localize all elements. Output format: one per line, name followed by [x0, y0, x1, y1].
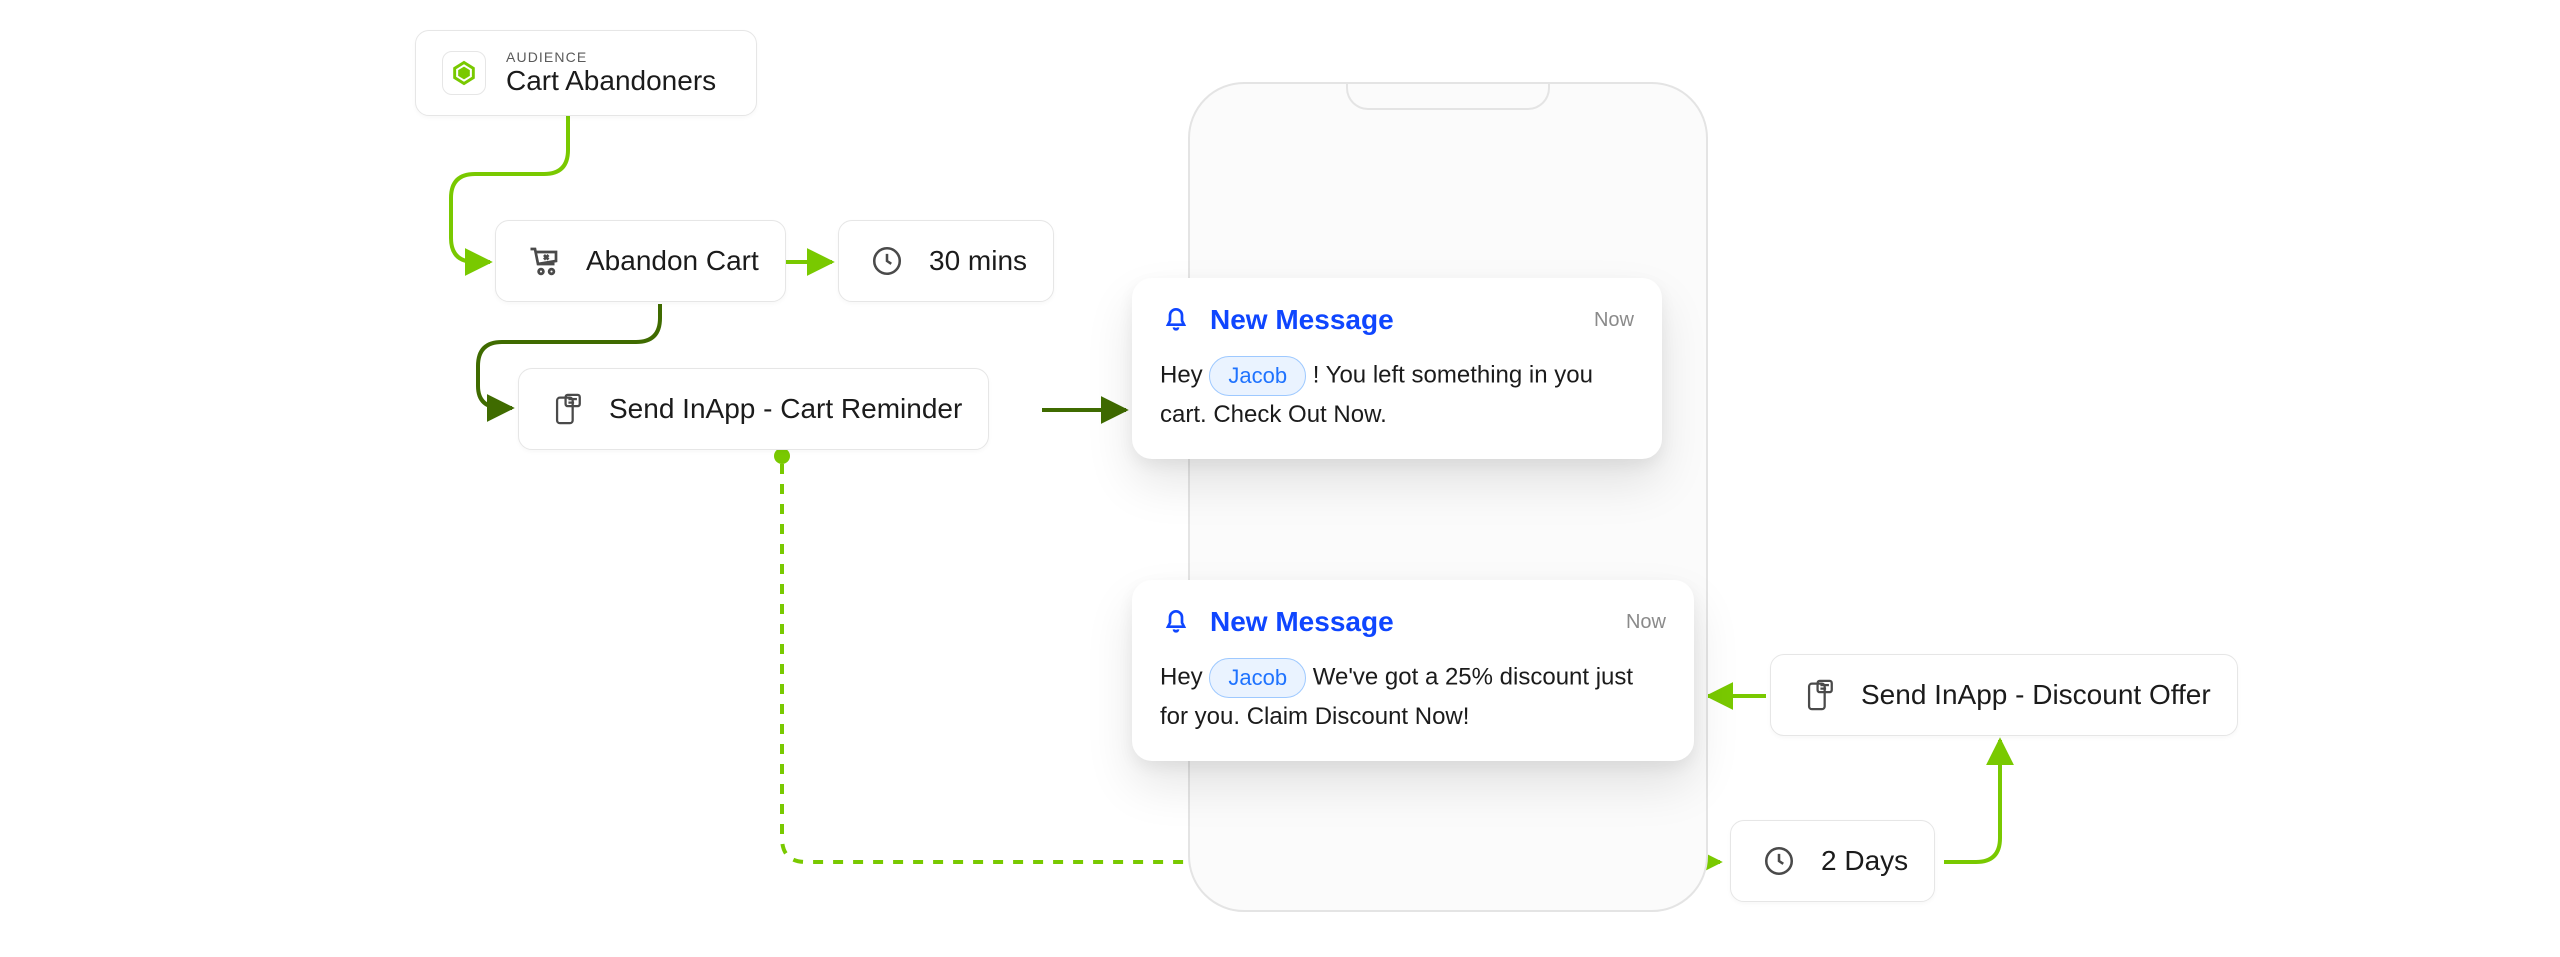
delay2-node[interactable]: 2 Days [1730, 820, 1935, 902]
bell-icon [1160, 604, 1196, 640]
bell-icon [1160, 302, 1196, 338]
notif2-time: Now [1626, 611, 1666, 634]
clock-icon [1757, 839, 1801, 883]
notification-card-2[interactable]: New Message Now Hey Jacob We've got a 25… [1132, 580, 1694, 761]
action1-node[interactable]: Send InApp - Cart Reminder [518, 368, 989, 450]
inapp-icon [1797, 673, 1841, 717]
notif1-title: New Message [1210, 304, 1394, 336]
notif1-body: Hey Jacob ! You left something in you ca… [1160, 356, 1634, 433]
audience-eyebrow: AUDIENCE [506, 49, 716, 65]
audience-node[interactable]: AUDIENCE Cart Abandoners [415, 30, 757, 116]
notif2-title: New Message [1210, 606, 1394, 638]
inapp-icon [545, 387, 589, 431]
action2-node[interactable]: Send InApp - Discount Offer [1770, 654, 2238, 736]
event-label: Abandon Cart [586, 244, 759, 278]
notif2-body: Hey Jacob We've got a 25% discount just … [1160, 658, 1666, 735]
clock-icon [865, 239, 909, 283]
audience-icon [442, 51, 486, 95]
event-node[interactable]: Abandon Cart [495, 220, 786, 302]
cart-icon [522, 239, 566, 283]
audience-name: Cart Abandoners [506, 65, 716, 97]
notif1-user-chip: Jacob [1209, 356, 1306, 396]
delay1-node[interactable]: 30 mins [838, 220, 1054, 302]
notif2-body-pre: Hey [1160, 663, 1209, 690]
delay1-label: 30 mins [929, 244, 1027, 278]
phone-frame [1188, 82, 1708, 912]
notif1-time: Now [1594, 309, 1634, 332]
notification-card-1[interactable]: New Message Now Hey Jacob ! You left som… [1132, 278, 1662, 459]
notif1-body-pre: Hey [1160, 361, 1209, 388]
action2-label: Send InApp - Discount Offer [1861, 678, 2211, 712]
action1-label: Send InApp - Cart Reminder [609, 392, 962, 426]
delay2-label: 2 Days [1821, 844, 1908, 878]
notif2-user-chip: Jacob [1209, 658, 1306, 698]
